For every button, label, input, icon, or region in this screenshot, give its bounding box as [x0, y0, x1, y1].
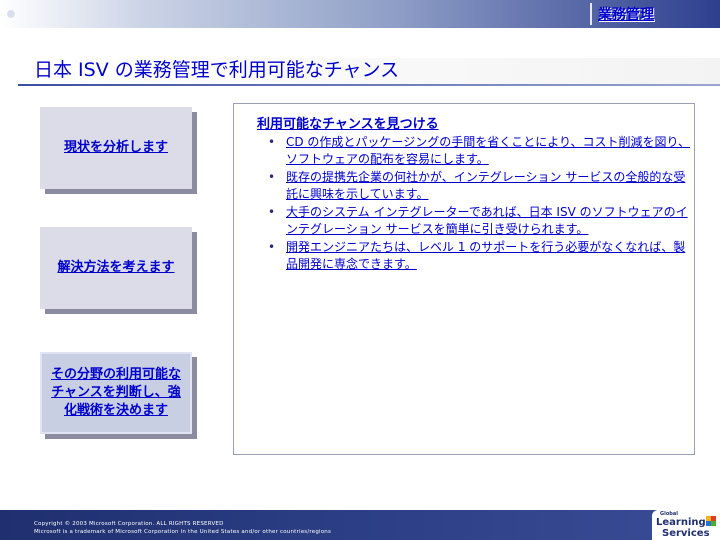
panel-heading: 利用可能なチャンスを見つける	[257, 117, 439, 132]
trademark-text: Microsoft is a trademark of Microsoft Co…	[34, 529, 332, 535]
bullet-icon: •	[268, 240, 276, 254]
page-title: 日本 ISV の業務管理で利用可能なチャンス	[34, 59, 400, 81]
section-label[interactable]: 業務管理	[598, 4, 718, 24]
list-item: • 開発エンジニアたちは、レベル 1 のサポートを行う必要がなくなれば、製品開発…	[268, 239, 690, 272]
step-analyze-current-state[interactable]: 現状を分析します	[40, 107, 192, 189]
logo-line-learning: Learning	[656, 517, 706, 528]
list-item: • 大手のシステム インテグレーターであれば、日本 ISV のソフトウェアのイン…	[268, 204, 690, 237]
global-learning-services-logo: Global Learning Services	[652, 510, 720, 540]
bullet-text: 大手のシステム インテグレーターであれば、日本 ISV のソフトウェアのインテグ…	[286, 205, 688, 236]
list-item: • CD の作成とパッケージングの手間を省くことにより、コスト削減を図り、ソフト…	[268, 134, 690, 167]
logo-line-services: Services	[662, 528, 710, 539]
top-banner: 業務管理	[0, 0, 720, 28]
copyright-text: Copyright © 2003 Microsoft Corporation. …	[34, 521, 224, 527]
bullet-text: CD の作成とパッケージングの手間を省くことにより、コスト削減を図り、ソフトウェ…	[286, 135, 690, 166]
banner-bullet-icon	[6, 9, 16, 19]
logo-mark-icon	[706, 516, 716, 526]
bullet-icon: •	[268, 170, 276, 184]
bullet-text: 既存の提携先企業の何社かが、インテグレーション サービスの全般的な受託に興味を示…	[286, 170, 686, 201]
bullet-text: 開発エンジニアたちは、レベル 1 のサポートを行う必要がなくなれば、製品開発に専…	[286, 240, 686, 271]
bullet-icon: •	[268, 205, 276, 219]
step-consider-solutions[interactable]: 解決方法を考えます	[40, 227, 192, 309]
opportunities-list: • CD の作成とパッケージングの手間を省くことにより、コスト削減を図り、ソフト…	[268, 134, 690, 274]
step-identify-opportunities[interactable]: その分野の利用可能なチャンスを判断し、強化戦術を決めます	[40, 352, 192, 434]
list-item: • 既存の提携先企業の何社かが、インテグレーション サービスの全般的な受託に興味…	[268, 169, 690, 202]
bullet-icon: •	[268, 135, 276, 149]
title-underline	[18, 84, 720, 86]
banner-divider	[590, 3, 592, 25]
footer-legal: Copyright © 2003 Microsoft Corporation. …	[34, 520, 331, 536]
